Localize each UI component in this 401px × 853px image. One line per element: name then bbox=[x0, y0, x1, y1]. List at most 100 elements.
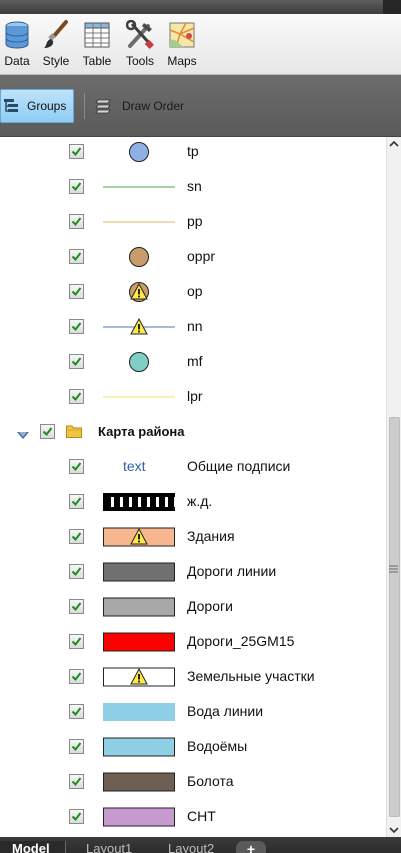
layer-row[interactable]: text Общие подписи bbox=[0, 450, 386, 485]
layer-visibility-checkbox[interactable] bbox=[69, 774, 84, 789]
layer-symbol-swatch bbox=[103, 316, 175, 338]
ribbon: Data Style Table Tools Maps bbox=[0, 14, 401, 75]
layer-visibility-checkbox[interactable] bbox=[69, 214, 84, 229]
layer-row[interactable]: oppr bbox=[0, 240, 386, 275]
tab-layout1[interactable]: Layout1 bbox=[86, 841, 132, 853]
layer-row[interactable]: Дороги_25GM15 bbox=[0, 625, 386, 660]
layer-row[interactable]: lpr bbox=[0, 380, 386, 415]
layer-row[interactable]: nn bbox=[0, 310, 386, 345]
layer-visibility-checkbox[interactable] bbox=[40, 424, 55, 439]
layer-symbol-swatch bbox=[103, 701, 175, 723]
layer-visibility-checkbox[interactable] bbox=[69, 739, 84, 754]
top-strip-shade bbox=[383, 0, 401, 14]
layer-label: Водоёмы bbox=[187, 738, 248, 754]
layer-label: nn bbox=[187, 318, 203, 334]
layer-tree: tp sn pp oppr op nn mf lpr Карта района text Общие… bbox=[0, 137, 386, 837]
layer-visibility-checkbox[interactable] bbox=[69, 599, 84, 614]
layer-label: ж.д. bbox=[187, 493, 213, 509]
tools-icon bbox=[126, 20, 154, 49]
tab-model[interactable]: Model bbox=[0, 841, 66, 853]
layer-row[interactable]: Болота bbox=[0, 765, 386, 800]
layer-label: sn bbox=[187, 178, 202, 194]
add-tab-button[interactable]: + bbox=[236, 841, 266, 853]
tab-layout2[interactable]: Layout2 bbox=[168, 841, 214, 853]
layer-visibility-checkbox[interactable] bbox=[69, 319, 84, 334]
layer-label: Болота bbox=[187, 773, 234, 789]
check-icon bbox=[71, 637, 82, 647]
layer-visibility-checkbox[interactable] bbox=[69, 249, 84, 264]
layer-row[interactable]: op bbox=[0, 275, 386, 310]
ribbon-tools-button[interactable]: Tools bbox=[122, 20, 158, 72]
groups-button[interactable]: Groups bbox=[0, 89, 74, 123]
check-icon bbox=[71, 217, 82, 227]
layer-row[interactable]: Вода линии bbox=[0, 695, 386, 730]
layer-row[interactable]: mf bbox=[0, 345, 386, 380]
text-symbol-sample: text bbox=[123, 458, 146, 474]
layer-symbol-swatch bbox=[103, 176, 175, 198]
layer-visibility-checkbox[interactable] bbox=[69, 284, 84, 299]
check-icon bbox=[71, 812, 82, 822]
layer-visibility-checkbox[interactable] bbox=[69, 494, 84, 509]
layout-tabs-bar: Model Layout1 Layout2 + bbox=[0, 837, 401, 853]
layer-label: Вода линии bbox=[187, 703, 264, 719]
layer-visibility-checkbox[interactable] bbox=[69, 144, 84, 159]
layer-visibility-checkbox[interactable] bbox=[69, 809, 84, 824]
layer-symbol-swatch bbox=[103, 806, 175, 828]
layer-row[interactable]: Дороги bbox=[0, 590, 386, 625]
layer-visibility-checkbox[interactable] bbox=[69, 669, 84, 684]
layer-symbol-swatch bbox=[103, 666, 175, 688]
layer-visibility-checkbox[interactable] bbox=[69, 354, 84, 369]
check-icon bbox=[71, 357, 82, 367]
check-icon bbox=[71, 497, 82, 507]
layer-label: Общие подписи bbox=[187, 458, 291, 474]
scrollbar-thumb[interactable] bbox=[389, 417, 400, 817]
check-icon bbox=[71, 287, 82, 297]
layer-symbol-swatch bbox=[103, 211, 175, 233]
layer-label: Здания bbox=[187, 528, 235, 544]
layer-row[interactable]: ж.д. bbox=[0, 485, 386, 520]
check-icon bbox=[71, 147, 82, 157]
check-icon bbox=[71, 707, 82, 717]
ribbon-tools-label: Tools bbox=[125, 54, 154, 68]
layer-symbol-swatch bbox=[103, 771, 175, 793]
scroll-up-icon[interactable] bbox=[387, 137, 401, 151]
ribbon-maps-button[interactable]: Maps bbox=[164, 20, 200, 72]
ribbon-data-button[interactable]: Data bbox=[2, 20, 32, 72]
layer-group-row[interactable]: Карта района bbox=[0, 415, 386, 450]
layer-visibility-checkbox[interactable] bbox=[69, 459, 84, 474]
check-icon bbox=[71, 252, 82, 262]
draw-order-icon bbox=[95, 99, 111, 114]
layer-row[interactable]: СНТ bbox=[0, 800, 386, 835]
layer-label: oppr bbox=[187, 248, 216, 264]
layer-visibility-checkbox[interactable] bbox=[69, 564, 84, 579]
groups-icon bbox=[4, 99, 18, 112]
layer-label: СНТ bbox=[187, 808, 216, 824]
layer-visibility-checkbox[interactable] bbox=[69, 179, 84, 194]
layer-row[interactable]: Здания bbox=[0, 520, 386, 555]
layer-symbol-swatch: text bbox=[103, 456, 175, 478]
expand-arrow-icon[interactable] bbox=[16, 427, 30, 439]
ribbon-data-label: Data bbox=[4, 54, 30, 68]
scroll-down-icon[interactable] bbox=[387, 823, 401, 837]
layer-row[interactable]: Дороги линии bbox=[0, 555, 386, 590]
ribbon-table-label: Table bbox=[82, 54, 112, 68]
layer-visibility-checkbox[interactable] bbox=[69, 389, 84, 404]
layer-row[interactable]: Земельные участки bbox=[0, 660, 386, 695]
layer-visibility-checkbox[interactable] bbox=[69, 529, 84, 544]
ribbon-style-button[interactable]: Style bbox=[40, 20, 72, 72]
layer-symbol-swatch bbox=[103, 351, 175, 373]
layer-tree-scrollbar[interactable] bbox=[386, 137, 401, 837]
check-icon bbox=[42, 427, 53, 437]
layer-row[interactable]: tp bbox=[0, 137, 386, 170]
ribbon-table-button[interactable]: Table bbox=[80, 20, 114, 72]
layer-row[interactable]: Водоёмы bbox=[0, 730, 386, 765]
layer-visibility-checkbox[interactable] bbox=[69, 634, 84, 649]
layer-symbol-swatch bbox=[103, 491, 177, 513]
layer-row[interactable]: pp bbox=[0, 205, 386, 240]
draw-order-button[interactable]: Draw Order bbox=[94, 89, 184, 123]
check-icon bbox=[71, 392, 82, 402]
layer-label: Земельные участки bbox=[187, 668, 315, 684]
check-icon bbox=[71, 567, 82, 577]
layer-row[interactable]: sn bbox=[0, 170, 386, 205]
layer-visibility-checkbox[interactable] bbox=[69, 704, 84, 719]
